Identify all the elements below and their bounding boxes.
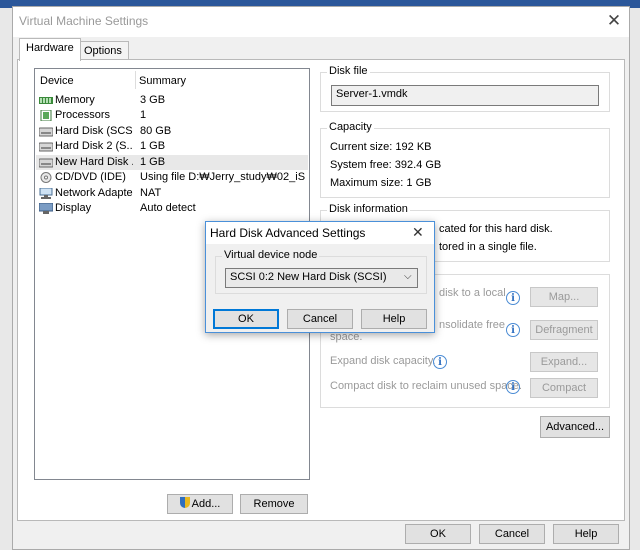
cancel-button[interactable]: Cancel [479,524,545,544]
device-row-hard-disk-2[interactable]: Hard Disk 2 (S... 1 GB [36,139,308,154]
device-summary: Auto detect [140,202,196,214]
add-device-button[interactable]: Add... [167,494,233,514]
device-row-memory[interactable]: Memory 3 GB [36,93,308,108]
device-summary: 3 GB [140,94,166,106]
add-button-label: Add... [191,498,221,510]
tab-hardware[interactable]: Hardware [19,38,81,61]
disk-file-field[interactable]: Server-1.vmdk [331,85,599,106]
device-row-network-adapter[interactable]: Network Adapter NAT [36,186,308,201]
remove-device-button[interactable]: Remove [240,494,308,514]
device-name: Hard Disk (SCSI) [55,125,133,137]
maximum-size-text: Maximum size: 1 GB [330,177,432,189]
disk-info-line-2: tored in a single file. [439,241,537,253]
device-name: Hard Disk 2 (S... [55,140,133,152]
device-row-hard-disk-scsi[interactable]: Hard Disk (SCSI) 80 GB [36,124,308,139]
device-row-cd-dvd[interactable]: CD/DVD (IDE) Using file D:₩Jerry_study₩0… [36,170,308,185]
hard-disk-icon [39,158,53,168]
device-name: Processors [55,109,111,121]
defragment-info-icon[interactable]: i [506,323,520,337]
disk-file-group: Disk file Server-1.vmdk [320,65,610,112]
current-size-text: Current size: 192 KB [330,141,432,153]
chevron-down-icon: ⌵ [404,271,412,282]
processor-icon [40,110,52,121]
compact-button[interactable]: Compact [530,378,598,398]
display-icon [39,203,53,214]
dialog-ok-button[interactable]: OK [213,309,279,329]
hard-disk-icon [39,127,53,137]
disk-information-label: Disk information [327,203,410,215]
map-description: disk to a local [439,287,506,299]
device-summary: 1 GB [140,140,166,152]
disk-info-line-1: cated for this hard disk. [439,223,553,235]
device-summary: 1 GB [140,156,166,168]
device-name: New Hard Disk ... [55,156,133,168]
disk-file-label: Disk file [327,65,370,77]
device-row-new-hard-disk[interactable]: New Hard Disk ... 1 GB [36,155,308,170]
defragment-button[interactable]: Defragment [530,320,598,340]
device-name: Network Adapter [55,187,133,199]
device-name: Display [55,202,92,214]
expand-info-icon[interactable]: i [433,355,447,369]
device-summary: 80 GB [140,125,172,137]
dialog-title: Hard Disk Advanced Settings [210,226,366,240]
window-close-icon[interactable]: ✕ [603,11,625,31]
hard-disk-icon [39,142,53,152]
selected-node-text: SCSI 0:2 New Hard Disk (SCSI) [230,271,387,283]
expand-description: Expand disk capacity. [330,355,436,367]
device-row-display[interactable]: Display Auto detect [36,201,308,216]
advanced-button[interactable]: Advanced... [540,416,610,438]
virtual-device-node-select[interactable]: SCSI 0:2 New Hard Disk (SCSI) ⌵ [225,268,418,288]
device-name: CD/DVD (IDE) [55,171,126,183]
system-free-text: System free: 392.4 GB [330,159,442,171]
help-button[interactable]: Help [553,524,619,544]
ok-button[interactable]: OK [405,524,471,544]
expand-button[interactable]: Expand... [530,352,598,372]
network-adapter-icon [39,188,53,199]
capacity-group: Capacity Current size: 192 KB System fre… [320,121,610,198]
virtual-device-node-label: Virtual device node [222,249,320,261]
map-button[interactable]: Map... [530,287,598,307]
defragment-description: nsolidate free [439,319,506,331]
column-separator [135,71,136,89]
dialog-titlebar: Hard Disk Advanced Settings ✕ [206,222,434,244]
virtual-device-node-group: Virtual device node SCSI 0:2 New Hard Di… [215,249,427,294]
compact-description: Compact disk to reclaim unused space. [330,380,522,392]
window-titlebar: Virtual Machine Settings ✕ [13,7,629,37]
summary-column-header[interactable]: Summary [139,75,186,87]
hard-disk-advanced-dialog: Hard Disk Advanced Settings ✕ Virtual de… [205,221,435,333]
device-row-processors[interactable]: Processors 1 [36,108,308,123]
dialog-close-icon[interactable]: ✕ [412,224,424,241]
map-info-icon[interactable]: i [506,291,520,305]
capacity-label: Capacity [327,121,374,133]
shield-icon [179,497,190,508]
device-summary: NAT [140,187,162,199]
dialog-cancel-button[interactable]: Cancel [287,309,353,329]
device-column-header[interactable]: Device [40,75,74,87]
tab-options[interactable]: Options [77,41,129,61]
dialog-help-button[interactable]: Help [361,309,427,329]
compact-info-icon[interactable]: i [506,380,520,394]
device-summary: 1 [140,109,147,121]
device-name: Memory [55,94,95,106]
memory-icon [39,97,53,104]
device-summary: Using file D:₩Jerry_study₩02_iS... [140,171,306,183]
cd-dvd-icon [40,172,52,183]
window-title: Virtual Machine Settings [19,14,149,28]
